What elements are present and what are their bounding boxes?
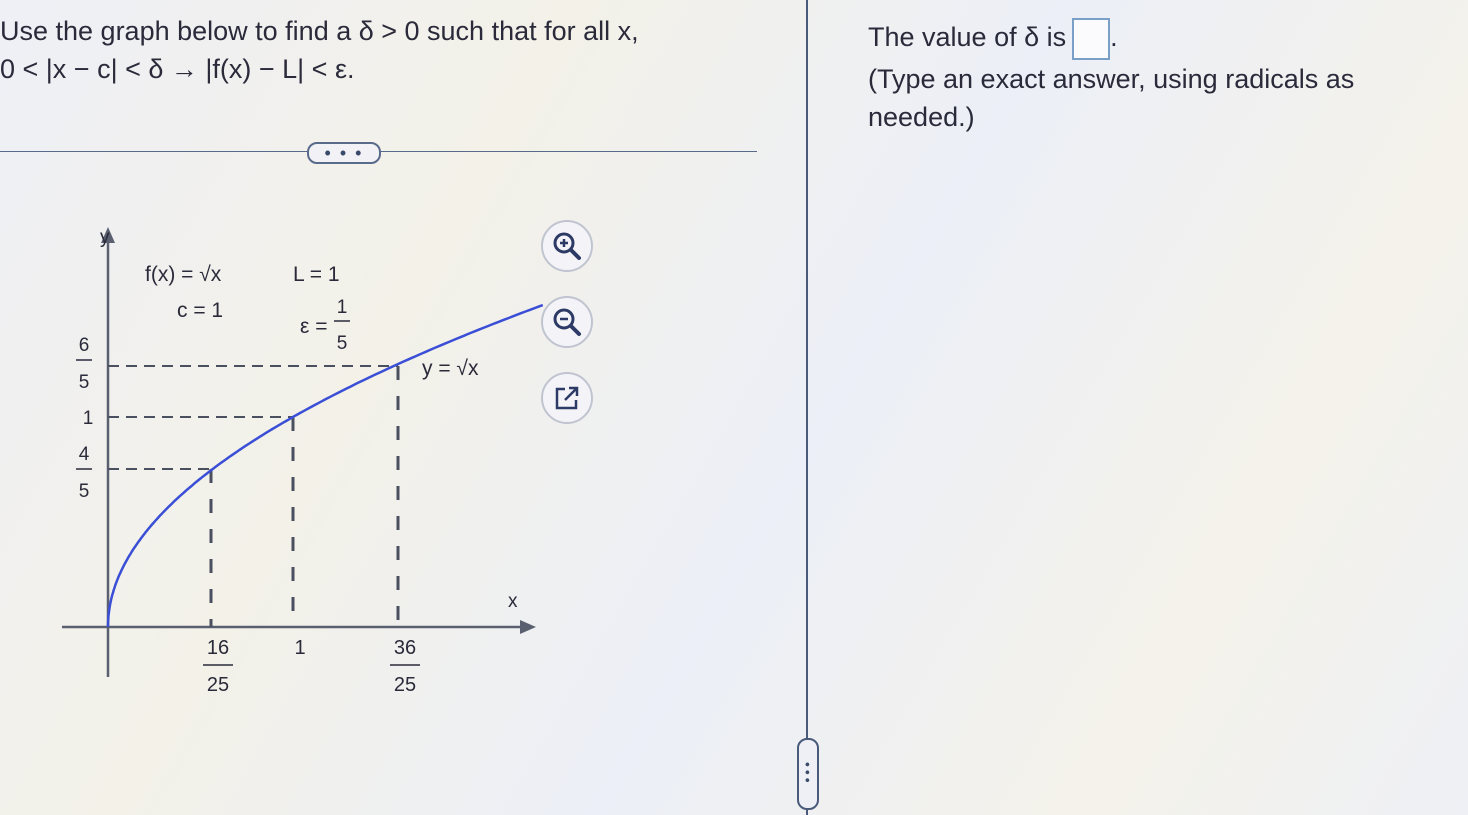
- zoom-out-button[interactable]: [541, 296, 593, 348]
- epsilon-label: ε =: [300, 315, 327, 338]
- function-graph: y x f(x) = √x c = 1 L = 1 ε = 1 5 y = √x…: [62, 227, 544, 696]
- zoom-in-button[interactable]: [541, 220, 593, 272]
- x-tick-16-25-den: 25: [207, 674, 229, 696]
- delta-answer-input[interactable]: [1072, 18, 1111, 60]
- y-tick-four-fifths-num: 4: [79, 444, 90, 465]
- x-tick-36-25-num: 36: [394, 637, 416, 659]
- pane-resize-handle[interactable]: •••: [797, 738, 819, 810]
- answer-hint: (Type an exact answer, using radicals as…: [868, 64, 1355, 132]
- y-tick-one: 1: [83, 408, 94, 429]
- sqrt-curve: [106, 303, 544, 627]
- epsilon-numerator: 1: [337, 297, 348, 318]
- question-text: Use the graph below to find a δ > 0 such…: [0, 12, 639, 88]
- popout-button[interactable]: [541, 372, 593, 424]
- y-tick-six-fifths-den: 5: [79, 372, 90, 393]
- x-axis-arrow-icon: [520, 620, 536, 634]
- y-axis-label: y: [100, 227, 110, 248]
- c-label: c = 1: [177, 299, 223, 322]
- question-line-2: 0 < |x − c| < δ → |f(x) − L| < ε.: [0, 54, 355, 84]
- x-axis-label: x: [508, 591, 518, 612]
- question-line-1: Use the graph below to find a δ > 0 such…: [0, 16, 639, 46]
- answer-panel: The value of δ is. (Type an exact answer…: [868, 18, 1428, 136]
- zoom-out-icon: [553, 308, 581, 336]
- epsilon-denominator: 5: [337, 333, 348, 354]
- zoom-in-icon: [553, 232, 581, 260]
- more-button[interactable]: • • •: [307, 142, 381, 164]
- y-tick-four-fifths-den: 5: [79, 481, 90, 502]
- y-tick-six-fifths-num: 6: [79, 335, 90, 356]
- x-tick-36-25-den: 25: [394, 674, 416, 696]
- x-tick-one: 1: [294, 637, 305, 659]
- L-label: L = 1: [293, 263, 340, 286]
- answer-suffix: .: [1110, 22, 1118, 53]
- popout-icon: [555, 386, 579, 410]
- function-label: f(x) = √x: [145, 263, 222, 286]
- x-tick-16-25-num: 16: [207, 637, 229, 659]
- curve-label: y = √x: [422, 357, 479, 380]
- pane-divider[interactable]: [806, 0, 808, 815]
- answer-prefix: The value of δ is: [868, 22, 1067, 53]
